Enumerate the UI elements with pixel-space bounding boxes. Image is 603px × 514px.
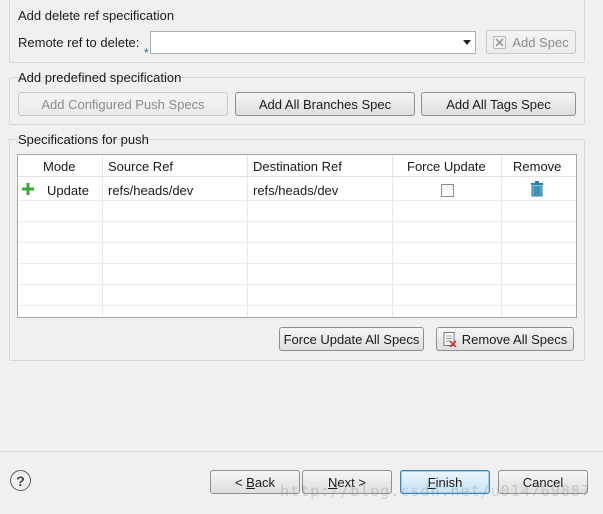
add-spec-label: Add Spec	[512, 34, 569, 50]
add-configured-push-specs-button[interactable]: Add Configured Push Specs	[18, 92, 228, 116]
finish-mnemonic: F	[427, 474, 436, 490]
back-mnemonic: B	[246, 474, 255, 490]
next-label-rest: ext >	[337, 474, 366, 490]
add-all-tags-spec-button[interactable]: Add All Tags Spec	[421, 92, 576, 116]
next-mnemonic: N	[328, 474, 338, 490]
column-divider	[501, 155, 502, 317]
row-divider	[18, 263, 576, 264]
column-divider	[102, 155, 103, 317]
add-all-branches-spec-button[interactable]: Add All Branches Spec	[235, 92, 415, 116]
remove-all-icon	[443, 331, 457, 348]
remote-ref-combo[interactable]	[150, 31, 476, 54]
column-header-remove[interactable]: Remove	[513, 159, 561, 174]
row-destination-ref[interactable]: refs/heads/dev	[253, 183, 338, 198]
footer-separator	[0, 451, 603, 452]
specs-table[interactable]: Mode Source Ref Destination Ref Force Up…	[17, 154, 577, 318]
column-header-destination-ref[interactable]: Destination Ref	[253, 159, 342, 174]
next-button[interactable]: Next >	[302, 470, 392, 494]
delete-ref-group-title: Add delete ref specification	[18, 8, 175, 23]
row-divider	[18, 221, 576, 222]
back-button[interactable]: < Back	[210, 470, 300, 494]
column-header-force-update[interactable]: Force Update	[407, 159, 486, 174]
finish-button[interactable]: Finish	[400, 470, 490, 494]
row-divider	[18, 242, 576, 243]
back-label-rest: ack	[254, 474, 276, 490]
force-update-checkbox[interactable]	[441, 184, 454, 197]
required-marker: *	[144, 46, 149, 60]
column-divider	[247, 155, 248, 317]
add-plus-icon	[22, 183, 34, 195]
column-header-source-ref[interactable]: Source Ref	[108, 159, 173, 174]
column-divider	[392, 155, 393, 317]
row-divider	[18, 284, 576, 285]
remote-ref-label: Remote ref to delete:	[18, 35, 140, 50]
remove-all-specs-label: Remove All Specs	[461, 331, 568, 347]
predefined-group-title: Add predefined specification	[18, 70, 182, 85]
row-mode[interactable]: Update	[47, 183, 89, 198]
column-header-mode[interactable]: Mode	[43, 159, 76, 174]
help-icon[interactable]: ?	[10, 470, 31, 491]
remove-all-specs-button[interactable]: Remove All Specs	[436, 327, 574, 351]
row-source-ref[interactable]: refs/heads/dev	[108, 183, 193, 198]
finish-label-rest: inish	[435, 474, 463, 490]
specs-group-title: Specifications for push	[18, 132, 149, 147]
row-divider	[18, 200, 576, 201]
force-update-all-specs-button[interactable]: Force Update All Specs	[279, 327, 424, 351]
help-glyph: ?	[16, 472, 25, 489]
remove-trash-icon[interactable]	[530, 181, 544, 197]
delete-x-icon	[493, 35, 507, 49]
row-divider	[18, 305, 576, 306]
add-spec-button[interactable]: Add Spec	[486, 30, 576, 54]
combo-dropdown-icon[interactable]	[463, 40, 471, 45]
cancel-button[interactable]: Cancel	[498, 470, 588, 494]
back-prefix: <	[234, 474, 247, 490]
